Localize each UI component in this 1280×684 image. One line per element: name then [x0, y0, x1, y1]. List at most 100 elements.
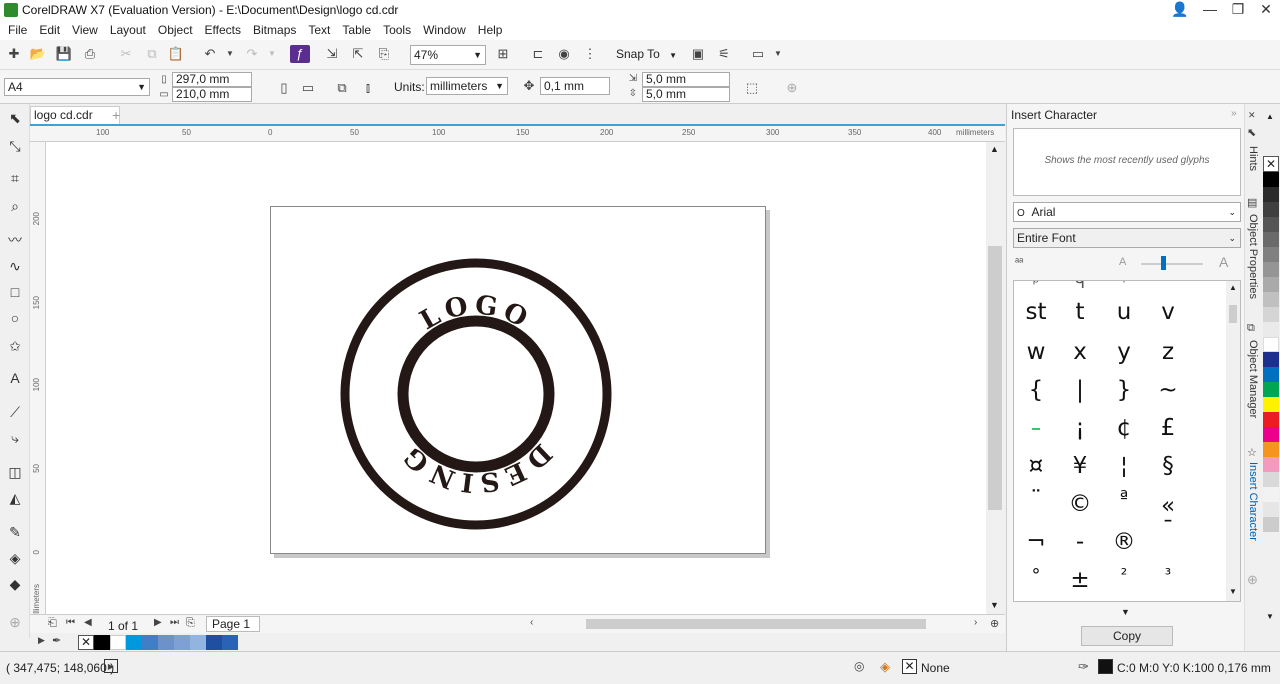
zoom-in-glyph-icon[interactable]: A: [1219, 254, 1228, 270]
color-swatch[interactable]: [1263, 427, 1279, 442]
color-swatch[interactable]: [1263, 187, 1279, 202]
rectangle-tool-icon[interactable]: □: [5, 282, 25, 302]
crop-tool-icon[interactable]: ⌗: [5, 168, 25, 188]
color-swatch[interactable]: [1263, 322, 1279, 337]
logo-top-text[interactable]: LOGO: [415, 290, 536, 336]
menu-file[interactable]: File: [8, 20, 27, 40]
zoom-to-page-icon[interactable]: ⊞: [493, 44, 513, 64]
color-swatch[interactable]: [174, 635, 190, 650]
glyph-cell[interactable]: ⁱ: [1104, 281, 1144, 292]
play-icon[interactable]: ▶: [104, 659, 118, 673]
color-swatch[interactable]: [1263, 442, 1279, 457]
color-swatch[interactable]: [1263, 262, 1279, 277]
page-height-input[interactable]: 210,0 mm: [172, 87, 252, 102]
rulers-icon[interactable]: ⊏: [528, 44, 548, 64]
undo-dropdown-icon[interactable]: ▼: [220, 44, 240, 64]
character-subset-select[interactable]: Entire Font ⌄: [1013, 228, 1241, 248]
menu-tools[interactable]: Tools: [383, 20, 411, 40]
palette-arrow-icon[interactable]: ▶: [38, 635, 45, 646]
color-swatch[interactable]: [1263, 397, 1279, 412]
tab-object-manager[interactable]: Object Manager: [1247, 340, 1259, 418]
color-proof-icon[interactable]: ◎: [854, 659, 864, 673]
outline-color-swatch[interactable]: [1098, 659, 1113, 674]
glyph-cell[interactable]: ᑫ: [1060, 281, 1100, 292]
menu-view[interactable]: View: [72, 20, 98, 40]
transparency-icon[interactable]: ◭: [5, 488, 25, 508]
glyph-cell[interactable]: ª: [1104, 487, 1144, 508]
glyph-cell[interactable]: ¬: [1016, 529, 1056, 555]
close-docker-icon[interactable]: ✕: [1248, 110, 1256, 121]
print-icon[interactable]: ⎙: [80, 44, 100, 64]
tab-object-properties[interactable]: Object Properties: [1247, 214, 1259, 299]
undo-icon[interactable]: ↶: [200, 44, 220, 64]
save-icon[interactable]: 💾: [54, 44, 74, 64]
first-page-icon[interactable]: ⏮: [66, 617, 75, 628]
glyph-cell[interactable]: w: [1016, 339, 1056, 365]
glyph-cell[interactable]: [1016, 415, 1056, 441]
close-button[interactable]: ✕: [1252, 0, 1280, 20]
text-tool-icon[interactable]: A: [5, 368, 25, 388]
add-page-before-icon[interactable]: ⎗: [48, 617, 57, 630]
color-swatch[interactable]: [1263, 202, 1279, 217]
glyph-cell[interactable]: v: [1148, 299, 1188, 325]
glyph-cell[interactable]: ¦: [1104, 453, 1144, 479]
navigator-icon[interactable]: ⊕: [990, 617, 999, 630]
character-filter-icon[interactable]: ᵃᵃ: [1015, 256, 1023, 268]
color-swatch[interactable]: [1263, 472, 1279, 487]
landscape-icon[interactable]: ▭: [298, 78, 318, 98]
menu-help[interactable]: Help: [478, 20, 503, 40]
user-icon[interactable]: 👤: [1166, 0, 1194, 20]
glyph-cell[interactable]: st: [1016, 299, 1056, 325]
units-select[interactable]: millimeters ▼: [426, 77, 508, 95]
glyph-cell[interactable]: y: [1104, 339, 1144, 365]
color-swatch[interactable]: [126, 635, 142, 650]
options-icon[interactable]: ▣: [688, 44, 708, 64]
glyph-cell[interactable]: ¯: [1148, 517, 1188, 543]
glyph-cell[interactable]: ¤: [1016, 453, 1056, 479]
glyph-cell[interactable]: ©: [1060, 491, 1100, 517]
color-swatch[interactable]: [1263, 412, 1279, 427]
zoom-level-select[interactable]: 47% ▼: [410, 45, 486, 65]
artistic-media-icon[interactable]: ∿: [5, 256, 25, 276]
paste-icon[interactable]: 📋: [166, 44, 186, 64]
glyph-cell[interactable]: ⁻: [1148, 281, 1188, 292]
interactive-fill-icon[interactable]: ◈: [5, 548, 25, 568]
no-fill-swatch[interactable]: ✕: [1263, 156, 1279, 172]
glyph-cell[interactable]: ¢: [1104, 415, 1144, 441]
glyph-cell[interactable]: ®: [1104, 529, 1144, 555]
open-icon[interactable]: 📂: [28, 44, 48, 64]
horizontal-ruler[interactable]: 100 50 0 50 100 150 200 250 300 350 400 …: [30, 124, 1005, 142]
color-swatch[interactable]: [1263, 277, 1279, 292]
logo-graphic[interactable]: LOGO DESING: [336, 254, 616, 534]
palette-scroll-up-icon[interactable]: ▲: [1266, 112, 1274, 121]
minimize-button[interactable]: —: [1196, 0, 1224, 20]
scroll-down-icon[interactable]: ▼: [1229, 587, 1237, 596]
glyph-cell[interactable]: §: [1148, 453, 1188, 479]
duplicate-y-input[interactable]: 5,0 mm: [642, 87, 730, 102]
color-swatch[interactable]: [1263, 382, 1279, 397]
redo-dropdown-icon[interactable]: ▼: [262, 44, 282, 64]
previous-page-icon[interactable]: ◀: [84, 617, 92, 628]
scroll-left-icon[interactable]: ‹: [530, 617, 533, 628]
duplicate-x-input[interactable]: 5,0 mm: [642, 72, 730, 87]
show-grid-icon[interactable]: ◉: [554, 44, 574, 64]
new-document-icon[interactable]: ✚: [4, 44, 24, 64]
restore-button[interactable]: ❐: [1224, 0, 1252, 20]
eyedropper-icon[interactable]: ✎: [5, 522, 25, 542]
document-tab[interactable]: logo cd.cdr: [30, 106, 120, 124]
inner-ring[interactable]: [397, 315, 555, 473]
import-icon[interactable]: ⇲: [322, 44, 342, 64]
page-tab[interactable]: Page 1: [206, 616, 260, 632]
new-tab-icon[interactable]: +: [112, 107, 120, 123]
color-swatch[interactable]: [1263, 232, 1279, 247]
zoom-tool-icon[interactable]: ⌕: [5, 196, 25, 216]
page-width-input[interactable]: 297,0 mm: [172, 72, 252, 87]
glyph-cell[interactable]: z: [1148, 339, 1188, 365]
menu-edit[interactable]: Edit: [39, 20, 60, 40]
zoom-out-glyph-icon[interactable]: A: [1119, 256, 1126, 268]
menu-effects[interactable]: Effects: [205, 20, 241, 40]
add-page-after-icon[interactable]: ⎘: [186, 617, 195, 630]
glyph-cell[interactable]: {: [1016, 377, 1056, 403]
vertical-scrollbar[interactable]: ▲ ▼: [986, 142, 1004, 614]
glyph-cell[interactable]: u: [1104, 299, 1144, 325]
